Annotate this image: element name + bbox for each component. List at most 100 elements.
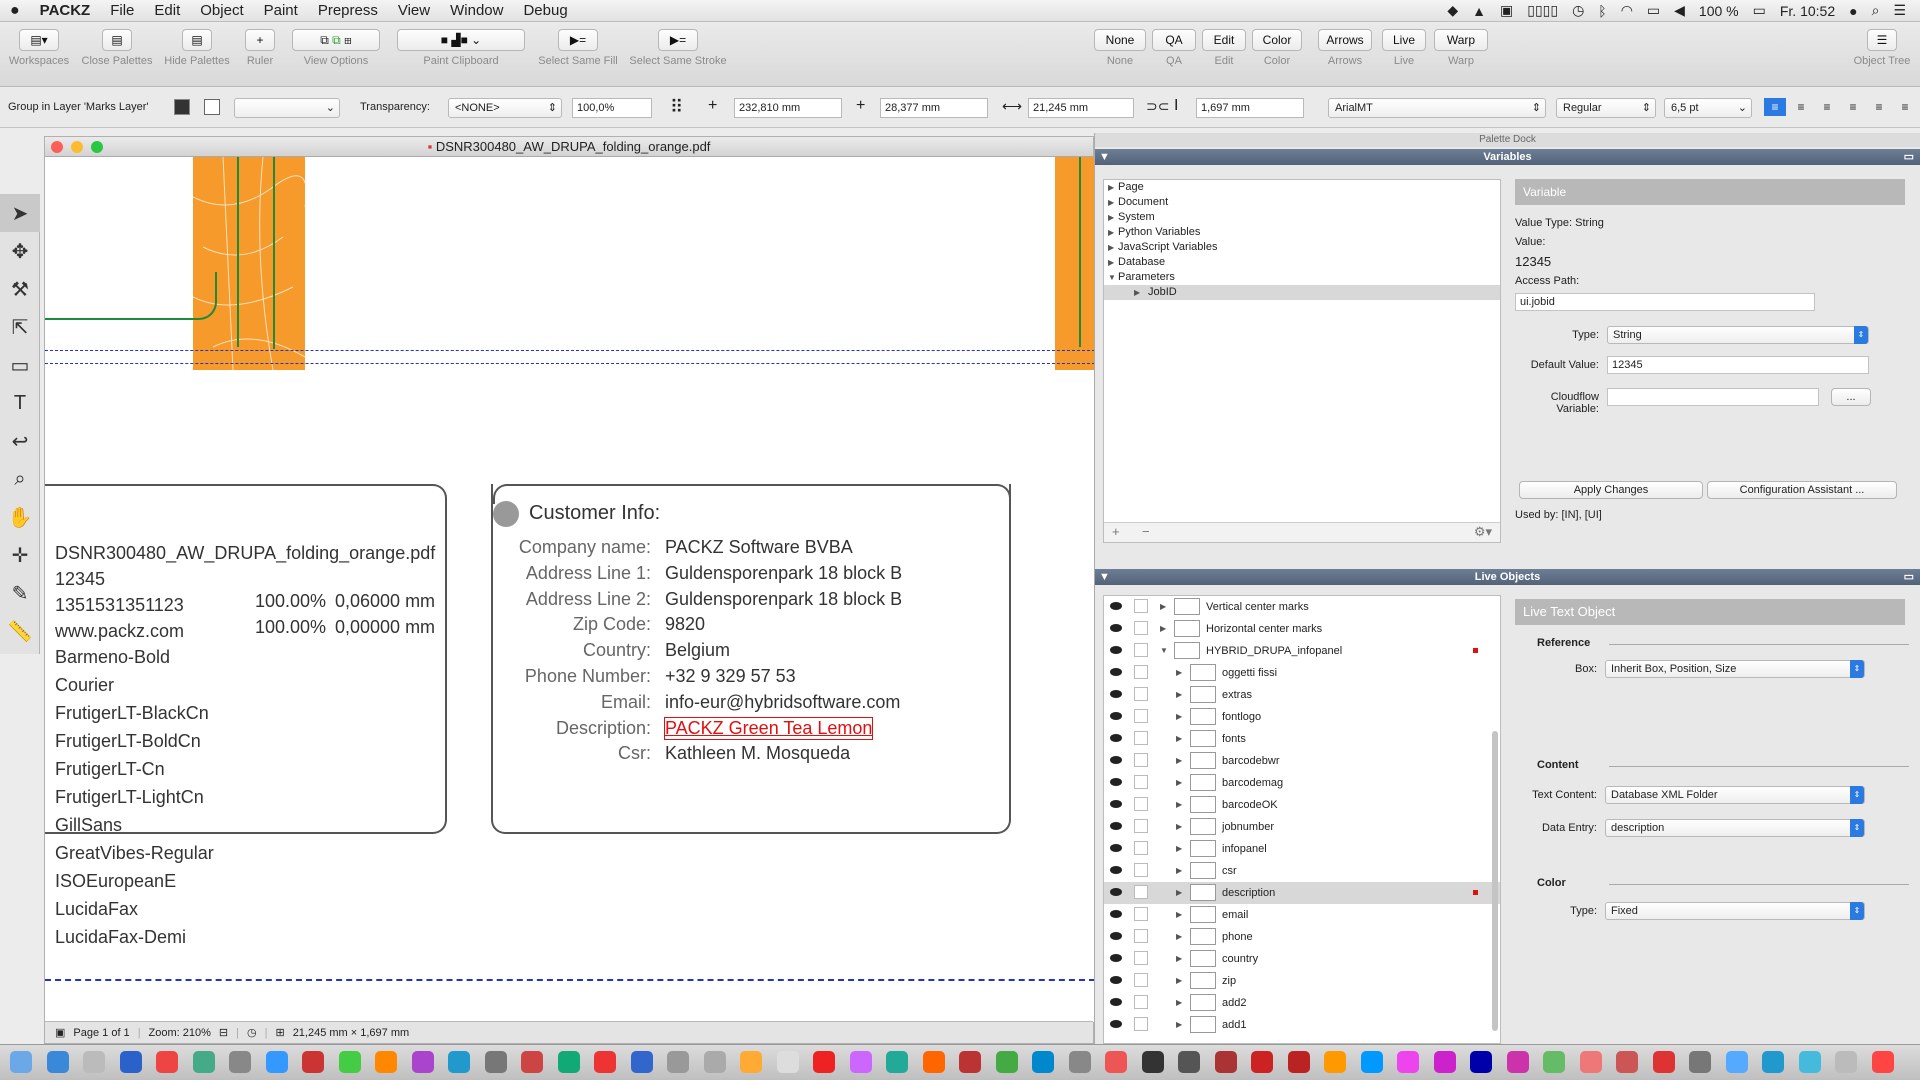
dock-app-icon[interactable] — [1105, 1051, 1127, 1073]
disclosure-closed-icon[interactable]: ▶ — [1176, 816, 1182, 838]
minimize-window-icon[interactable] — [71, 141, 83, 153]
visibility-eye-icon[interactable] — [1110, 844, 1122, 852]
live-object-row[interactable]: ▶ Horizontal center marks — [1104, 618, 1500, 640]
dock-app-icon[interactable] — [594, 1051, 616, 1073]
opacity-field[interactable]: 100,0% — [572, 98, 652, 118]
lock-checkbox[interactable] — [1134, 929, 1148, 943]
visibility-eye-icon[interactable] — [1110, 1020, 1122, 1028]
disclosure-closed-icon[interactable]: ▶ — [1108, 240, 1114, 255]
app-status-icon[interactable]: ▣ — [1500, 2, 1513, 19]
history-icon[interactable]: ◷ — [247, 1026, 257, 1039]
menu-file[interactable]: File — [100, 0, 144, 22]
data-entry-select[interactable]: description ⇕ — [1605, 819, 1865, 837]
disclosure-closed-icon[interactable]: ▶ — [1176, 750, 1182, 772]
dock-app-icon[interactable] — [46, 1051, 69, 1073]
dock-app-icon[interactable] — [1251, 1051, 1273, 1073]
live-object-row[interactable]: ▶ csr — [1104, 860, 1500, 882]
cloudflow-variable-field[interactable] — [1607, 388, 1819, 406]
cloudflow-browse-button[interactable]: ... — [1831, 388, 1871, 406]
menu-object[interactable]: Object — [190, 0, 253, 22]
visibility-eye-icon[interactable] — [1110, 624, 1122, 632]
dock-app-icon[interactable] — [1579, 1051, 1602, 1073]
dock-app-icon[interactable] — [995, 1051, 1018, 1073]
align-left-icon[interactable]: ≡ — [1764, 98, 1786, 116]
lock-checkbox[interactable] — [1134, 687, 1148, 701]
live-object-row[interactable]: ▶ Vertical center marks — [1104, 596, 1500, 618]
live-object-row[interactable]: ▶ add1 — [1104, 1014, 1500, 1036]
disclosure-closed-icon[interactable]: ▶ — [1108, 225, 1114, 240]
mode-qa-button[interactable]: QA QA — [1152, 29, 1196, 67]
dock-app-icon[interactable] — [484, 1051, 507, 1073]
text-tool-icon[interactable]: T — [0, 384, 40, 422]
disclosure-closed-icon[interactable]: ▶ — [1176, 860, 1182, 882]
disclosure-closed-icon[interactable]: ▶ — [1176, 1014, 1182, 1036]
app-menu[interactable]: PACKZ — [30, 0, 101, 22]
lock-checkbox[interactable] — [1134, 995, 1148, 1009]
dock-app-icon[interactable] — [667, 1051, 689, 1073]
disclosure-closed-icon[interactable]: ▶ — [1176, 904, 1182, 926]
dock-app-icon[interactable] — [448, 1051, 470, 1073]
justify-last-icon[interactable]: ≡ — [1894, 98, 1916, 116]
dock-app-icon[interactable] — [521, 1051, 543, 1073]
mode-edit-button[interactable]: Edit Edit — [1202, 29, 1246, 67]
dock-app-icon[interactable] — [338, 1051, 361, 1073]
mode-live-button[interactable]: Live Live — [1382, 29, 1426, 67]
dock-app-icon[interactable] — [1506, 1051, 1529, 1073]
mode-color-button[interactable]: Color Color — [1252, 29, 1302, 67]
zoom-window-icon[interactable] — [91, 141, 103, 153]
airplay-icon[interactable]: ▭ — [1647, 2, 1660, 19]
visibility-eye-icon[interactable] — [1110, 954, 1122, 962]
zoom-stepper-icon[interactable]: ⊟ — [219, 1026, 228, 1039]
dock-app-icon[interactable] — [411, 1051, 434, 1073]
bluetooth-icon[interactable]: ᛒ — [1598, 3, 1606, 19]
variable-settings-gear-icon[interactable]: ⚙▾ — [1474, 524, 1492, 540]
text-content-select[interactable]: Database XML Folder ⇕ — [1605, 786, 1865, 804]
default-value-field[interactable]: 12345 — [1607, 356, 1869, 374]
visibility-eye-icon[interactable] — [1110, 866, 1122, 874]
disclosure-closed-icon[interactable]: ▶ — [1176, 706, 1182, 728]
disclosure-closed-icon[interactable]: ▶ — [1176, 948, 1182, 970]
lock-checkbox[interactable] — [1134, 951, 1148, 965]
menu-paint[interactable]: Paint — [254, 0, 308, 22]
disclosure-closed-icon[interactable]: ▶ — [1176, 970, 1182, 992]
dock-app-icon[interactable] — [1689, 1051, 1711, 1073]
dock-app-icon[interactable] — [1835, 1051, 1857, 1073]
dock-app-icon[interactable] — [886, 1051, 908, 1073]
dock-app-icon[interactable] — [1032, 1051, 1054, 1073]
justify-icon[interactable]: ≡ — [1842, 98, 1864, 116]
visibility-eye-icon[interactable] — [1110, 734, 1122, 742]
dock-app-icon[interactable] — [1068, 1051, 1091, 1073]
fill-swatch[interactable] — [174, 99, 190, 115]
dock-app-icon[interactable] — [83, 1051, 105, 1073]
dock-app-icon[interactable] — [922, 1051, 945, 1073]
description-live-text[interactable]: PACKZ Green Tea Lemon — [663, 716, 874, 740]
lock-checkbox[interactable] — [1134, 731, 1148, 745]
lock-checkbox[interactable] — [1134, 863, 1148, 877]
live-object-row[interactable]: ▶ fonts — [1104, 728, 1500, 750]
dock-app-icon[interactable] — [1287, 1051, 1310, 1073]
visibility-eye-icon[interactable] — [1110, 800, 1122, 808]
live-object-row[interactable]: ▶ add2 — [1104, 992, 1500, 1014]
variables-tree-item[interactable]: ▶ Page — [1104, 180, 1500, 195]
reference-point-icon[interactable]: ⠿ — [670, 97, 683, 118]
crosshair-tool-icon[interactable]: ✛ — [0, 536, 40, 574]
variables-tree-item[interactable]: ▶ Document — [1104, 195, 1500, 210]
menu-edit[interactable]: Edit — [144, 0, 190, 22]
font-style-select[interactable]: Regular ⇕ — [1556, 98, 1656, 118]
move-tool-icon[interactable]: ✥ — [0, 232, 40, 270]
spaces-icon[interactable]: ▯▯▯▯ — [1527, 2, 1558, 19]
visibility-eye-icon[interactable] — [1110, 668, 1122, 676]
dock-app-icon[interactable] — [229, 1051, 251, 1073]
selection-tool-icon[interactable]: ➤ — [0, 194, 40, 232]
disclosure-closed-icon[interactable]: ▶ — [1176, 926, 1182, 948]
stroke-swatch[interactable] — [204, 99, 220, 115]
align-center-icon[interactable]: ≡ — [1790, 98, 1812, 116]
spotlight-search-icon[interactable]: ⌕ — [1872, 2, 1880, 19]
type-select[interactable]: String ⇕ — [1607, 326, 1869, 344]
live-object-row[interactable]: ▶ infopanel — [1104, 838, 1500, 860]
visibility-eye-icon[interactable] — [1110, 932, 1122, 940]
disclosure-open-icon[interactable]: ▼ — [1108, 270, 1116, 285]
style-dropdown[interactable]: ⌄ — [234, 98, 340, 118]
live-objects-scrollbar[interactable] — [1492, 731, 1498, 1031]
disclosure-closed-icon[interactable]: ▶ — [1176, 794, 1182, 816]
